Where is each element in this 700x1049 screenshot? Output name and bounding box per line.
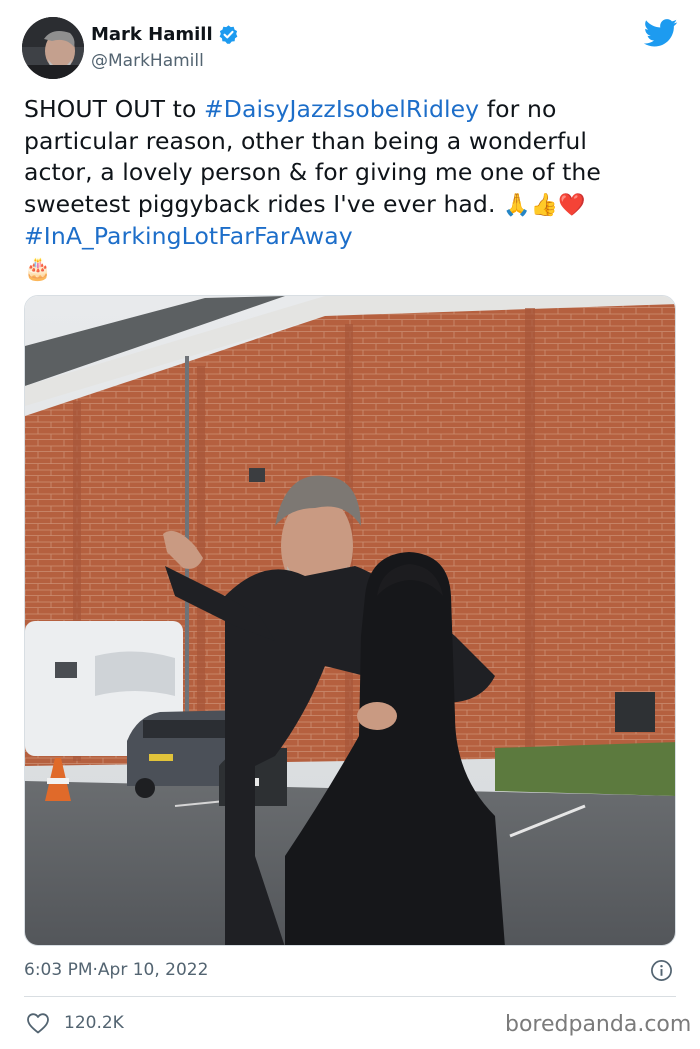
tweet-line: 🎂: [24, 253, 674, 286]
like-count[interactable]: 120.2K: [64, 1013, 124, 1033]
tweet-line: actor, a lovely person & for giving me o…: [24, 157, 674, 189]
tweet-line: #InA_ParkingLotFarFarAway: [24, 221, 674, 253]
info-icon[interactable]: [650, 959, 673, 982]
tweet-text-segment: SHOUT OUT to: [24, 95, 204, 123]
divider: [24, 996, 676, 997]
author-handle[interactable]: @MarkHamill: [91, 51, 204, 71]
tweet-text-segment: for no: [479, 95, 557, 123]
watermark: boredpanda.com: [505, 1012, 692, 1037]
tweet-text: SHOUT OUT to #DaisyJazzIsobelRidley for …: [24, 94, 674, 285]
author-name-row[interactable]: Mark Hamill: [91, 24, 239, 45]
emoji: 🙏👍❤️: [503, 192, 586, 218]
verified-badge-icon: [219, 25, 237, 44]
emoji: 🎂: [24, 256, 52, 282]
tweet-timestamp[interactable]: 6:03 PM · Apr 10, 2022: [24, 960, 208, 980]
tweet-photo[interactable]: [24, 295, 676, 946]
tweet-time: 6:03 PM: [24, 960, 93, 980]
tweet-text-segment: actor, a lovely person & for giving me o…: [24, 158, 601, 186]
heart-icon[interactable]: [26, 1012, 50, 1034]
tweet-date: Apr 10, 2022: [97, 960, 209, 980]
tweet-line: SHOUT OUT to #DaisyJazzIsobelRidley for …: [24, 94, 674, 126]
tweet-line: particular reason, other than being a wo…: [24, 126, 674, 158]
hashtag-link[interactable]: #InA_ParkingLotFarFarAway: [24, 222, 353, 250]
hashtag-link[interactable]: #DaisyJazzIsobelRidley: [204, 95, 479, 123]
tweet-text-segment: particular reason, other than being a wo…: [24, 126, 587, 155]
author-display-name[interactable]: Mark Hamill: [91, 24, 213, 45]
tweet-text-segment: sweetest piggyback rides I've ever had.: [24, 189, 504, 218]
twitter-bird-icon[interactable]: [644, 19, 678, 47]
author-avatar[interactable]: [22, 17, 84, 79]
tweet-line: sweetest piggyback rides I've ever had. …: [24, 189, 674, 222]
